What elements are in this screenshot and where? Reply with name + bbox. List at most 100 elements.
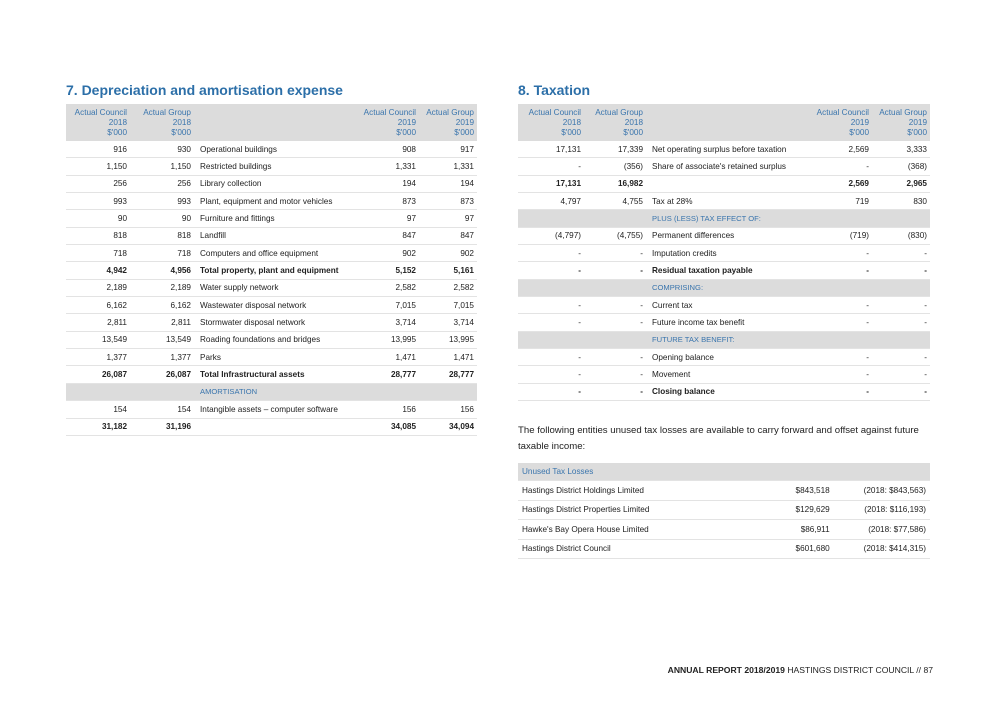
total-row: - - Residual taxation payable - - <box>518 261 930 280</box>
table-row: - (356) Share of associate's retained surp… <box>518 157 930 176</box>
cell-description: Computers and office equipment <box>194 244 355 263</box>
cell-group-2019: - <box>872 261 930 280</box>
cell-council-2018: 818 <box>66 227 130 246</box>
cell-group-2018: 818 <box>130 227 194 246</box>
cell-group-2019: (830) <box>872 227 930 246</box>
footer-separator: // <box>916 665 922 675</box>
cell-council-2019: 28,777 <box>355 365 419 384</box>
table-row: 1,150 1,150 Restricted buildings 1,331 1,331 <box>66 157 477 176</box>
cell-group-2018: - <box>584 296 646 315</box>
cell-council-2018: 916 <box>66 141 130 159</box>
cell-entity: Hastings District Council <box>518 539 776 560</box>
taxation-rows: 17,131 17,339 Net operating surplus before… <box>518 141 930 402</box>
cell-council-2018: - <box>518 348 584 367</box>
cell-description: Net operating surplus before taxation <box>646 141 804 159</box>
depreciation-title: 7. Depreciation and amortisation expense <box>66 82 343 98</box>
cell-description: Operational buildings <box>194 141 355 159</box>
cell-council-2019: (719) <box>804 227 872 246</box>
cell-description: Total Infrastructural assets <box>194 365 355 384</box>
col-header-group-2018: Actual Group 2018 $'000 <box>130 104 194 141</box>
cell-council-2018: 6,162 <box>66 296 130 315</box>
cell-group-2018: 256 <box>130 175 194 194</box>
total-row: 26,087 26,087 Total Infrastructural assets… <box>66 365 477 384</box>
cell-description: Current tax <box>646 296 804 315</box>
cell-description: COMPRISING: <box>646 279 804 298</box>
table-row: - - Opening balance - - <box>518 348 930 367</box>
cell-description: PLUS (LESS) TAX EFFECT OF: <box>646 209 804 228</box>
cell-description: Water supply network <box>194 279 355 298</box>
cell-council-2019: 873 <box>355 192 419 211</box>
cell-group-2019: 13,995 <box>419 331 477 350</box>
cell-council-2018: 13,549 <box>66 331 130 350</box>
cell-prior-year: (2018: $77,586) <box>833 519 930 540</box>
table-row: 6,162 6,162 Wastewater disposal network 7,0… <box>66 296 477 315</box>
table-row: - - Movement - - <box>518 365 930 384</box>
cell-description <box>646 175 804 194</box>
unused-tax-losses-table: Unused Tax Losses Hastings District Hold… <box>518 463 930 560</box>
cell-council-2019: 1,471 <box>355 348 419 367</box>
tax-losses-paragraph: The following entities unused tax losses… <box>518 425 919 453</box>
col-header-council-2018: Actual Council 2018 $'000 <box>66 104 130 141</box>
cell-group-2018 <box>584 331 646 350</box>
table-row: Hastings District Council $601,680 (2018: … <box>518 539 930 560</box>
cell-council-2018: 4,942 <box>66 261 130 280</box>
table-row: 916 930 Operational buildings 908 917 <box>66 141 477 159</box>
table-row: 13,549 13,549 Roading foundations and brid… <box>66 331 477 350</box>
cell-council-2019: 97 <box>355 209 419 228</box>
table-row: Hastings District Holdings Limited $843,5… <box>518 480 930 501</box>
cell-council-2018: 1,150 <box>66 157 130 176</box>
cell-amount: $843,518 <box>776 480 834 501</box>
cell-council-2018: 718 <box>66 244 130 263</box>
cell-group-2018: 1,377 <box>130 348 194 367</box>
cell-council-2018: 154 <box>66 400 130 419</box>
cell-council-2019: 5,152 <box>355 261 419 280</box>
cell-group-2018: - <box>584 348 646 367</box>
cell-group-2018 <box>584 279 646 298</box>
col-header-group-2018: Actual Group 2018 $'000 <box>584 104 646 141</box>
cell-group-2019: 1,331 <box>419 157 477 176</box>
col-header-council-2019: Actual Council 2019 $'000 <box>355 104 419 141</box>
cell-council-2018: (4,797) <box>518 227 584 246</box>
cell-council-2019 <box>804 331 872 350</box>
cell-description: Landfill <box>194 227 355 246</box>
total-row: 31,182 31,196 34,085 34,094 <box>66 418 477 436</box>
footer-org-name: HASTINGS DISTRICT COUNCIL <box>787 665 914 675</box>
cell-council-2019: 719 <box>804 192 872 211</box>
cell-council-2019: - <box>804 383 872 402</box>
cell-council-2019: - <box>804 348 872 367</box>
cell-group-2019: 917 <box>419 141 477 159</box>
cell-group-2019 <box>872 209 930 228</box>
cell-description: Wastewater disposal network <box>194 296 355 315</box>
cell-council-2018: 17,131 <box>518 175 584 194</box>
cell-council-2018 <box>518 209 584 228</box>
cell-description <box>194 418 355 436</box>
cell-council-2019 <box>355 383 419 402</box>
depreciation-table: Actual Council 2018 $'000 Actual Group 2… <box>66 104 477 436</box>
cell-council-2019: 2,582 <box>355 279 419 298</box>
cell-prior-year: (2018: $116,193) <box>833 500 930 521</box>
cell-council-2019: 2,569 <box>804 141 872 159</box>
table-row: 2,189 2,189 Water supply network 2,582 2,582 <box>66 279 477 298</box>
page-number: 87 <box>923 665 933 675</box>
cell-council-2019: 902 <box>355 244 419 263</box>
cell-description: Library collection <box>194 175 355 194</box>
cell-entity: Hastings District Holdings Limited <box>518 480 776 501</box>
cell-group-2019: 5,161 <box>419 261 477 280</box>
cell-description: AMORTISATION <box>194 383 355 402</box>
table-row: - - Current tax - - <box>518 296 930 315</box>
cell-group-2019: 873 <box>419 192 477 211</box>
cell-group-2018 <box>584 209 646 228</box>
cell-group-2018: 17,339 <box>584 141 646 159</box>
cell-group-2019: 847 <box>419 227 477 246</box>
cell-group-2019: - <box>872 348 930 367</box>
col-header-council-2019: Actual Council 2019 $'000 <box>804 104 872 141</box>
cell-group-2018: 1,150 <box>130 157 194 176</box>
cell-group-2018: 90 <box>130 209 194 228</box>
cell-council-2018: - <box>518 157 584 176</box>
cell-council-2018: 26,087 <box>66 365 130 384</box>
cell-group-2019: 1,471 <box>419 348 477 367</box>
cell-description: Plant, equipment and motor vehicles <box>194 192 355 211</box>
cell-council-2018: - <box>518 261 584 280</box>
depreciation-section: 7. Depreciation and amortisation expense… <box>66 82 477 436</box>
table-row: 818 818 Landfill 847 847 <box>66 227 477 246</box>
